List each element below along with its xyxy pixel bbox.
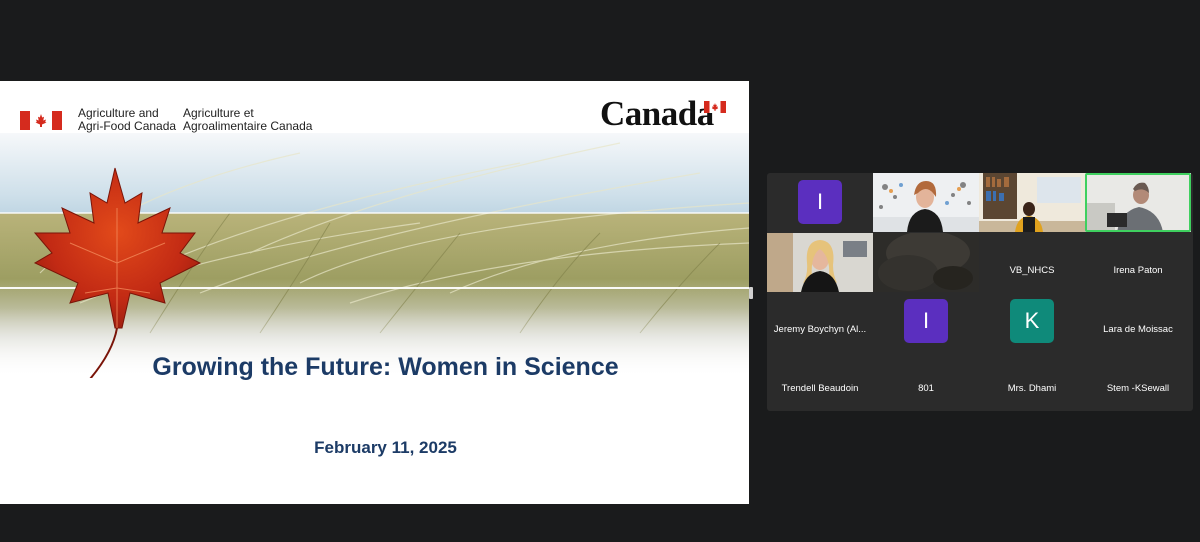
canada-flag-icon [20,111,62,130]
department-name-en: Agriculture and Agri-Food Canada [78,107,176,133]
participant-name: Mrs. Dhami [1007,383,1057,394]
participant-tile[interactable]: 801 [873,351,979,410]
participant-name: Jeremy Boychyn (Al... [773,324,867,335]
participant-video-tile[interactable] [873,233,979,292]
participant-video [873,233,979,292]
department-en-line2: Agri-Food Canada [78,119,177,133]
participant-tile[interactable]: VB_NHCS [979,233,1085,292]
participant-tile[interactable]: Jeremy Boychyn (Al... [767,292,873,351]
slide-date: February 11, 2025 [314,438,457,457]
participant-tile[interactable]: Trendell Beaudoin [767,351,873,410]
participant-name: Stem -KSewall [1106,383,1170,394]
participant-video [767,233,873,292]
participant-video [873,173,979,232]
participant-avatar: I [798,180,842,224]
participant-tile[interactable]: Lara de Moissac [1085,292,1191,351]
slide-title: Growing the Future: Women in Science [152,353,619,381]
participant-name: 801 [918,383,934,394]
participant-video-tile-active[interactable] [1085,173,1191,232]
participant-video-tile[interactable] [767,233,873,292]
participant-tile[interactable]: I [767,173,873,232]
participant-video [979,173,1085,232]
participant-tile[interactable]: Mrs. Dhami [979,351,1085,410]
department-name-fr: Agriculture et Agroalimentaire Canada [183,107,312,133]
participant-gallery: I VB_NHCS Irena Paton Jeremy Boychyn (Al… [767,173,1193,411]
panel-resize-handle[interactable] [749,287,753,299]
department-fr-line2: Agroalimentaire Canada [183,119,313,133]
participant-avatar: I [904,299,948,343]
participant-name: VB_NHCS [1009,265,1055,276]
participant-avatar: K [1010,299,1054,343]
participant-tile[interactable]: Stem -KSewall [1085,351,1191,410]
participant-video-tile[interactable] [979,173,1085,232]
canada-wordmark: Canada [600,94,714,133]
participant-video-tile[interactable] [873,173,979,232]
slide-banner-image [0,133,749,378]
active-speaker-border [1085,173,1191,232]
participant-tile[interactable]: I [873,292,979,351]
canada-wordmark-flag-icon [704,101,726,113]
participant-name: Lara de Moissac [1103,324,1173,335]
participant-name: Trendell Beaudoin [781,383,859,394]
participant-name: Irena Paton [1113,265,1163,276]
participant-tile[interactable]: Irena Paton [1085,233,1191,292]
participant-tile[interactable]: K [979,292,1085,351]
shared-slide: Agriculture and Agri-Food Canada Agricul… [0,81,749,504]
